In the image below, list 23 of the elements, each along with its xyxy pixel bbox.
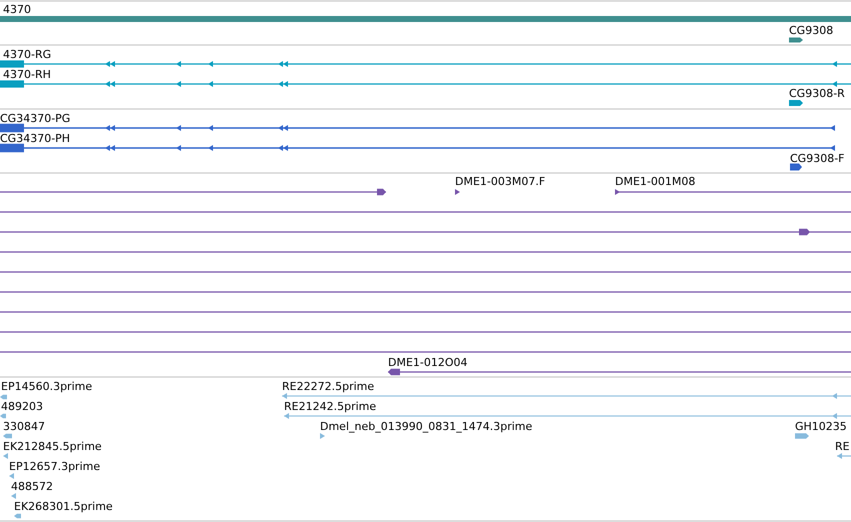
feature-label: Dmel_neb_013990_0831_1474.3prime [320, 420, 532, 433]
feature-label: RE [835, 440, 850, 453]
feature-label: RE22272.5prime [282, 380, 374, 393]
feature-label: GH10235 [795, 420, 847, 433]
feature-label: 489203 [1, 400, 43, 413]
feature-label: 4370-RG [3, 48, 52, 61]
feature-label: DME1-003M07.F [455, 175, 546, 188]
feature-label: RE21242.5prime [284, 400, 376, 413]
feature-label: 4370 [3, 3, 31, 16]
feature-label: CG9308-R [789, 87, 845, 100]
feature-label: 4370-RH [3, 68, 51, 81]
feature-label: CG34370-PG [0, 112, 70, 125]
feature-label: CG9308 [789, 24, 834, 37]
feature-label: DME1-001M08 [615, 175, 696, 188]
feature-label: EK212845.5prime [3, 440, 102, 453]
feature-label: EK268301.5prime [14, 500, 113, 513]
feature-label: 330847 [3, 420, 45, 433]
feature-label: EP14560.3prime [1, 380, 92, 393]
feature-label: DME1-012O04 [388, 356, 468, 369]
feature-label: CG34370-PH [0, 132, 70, 145]
feature-label: CG9308-F [790, 152, 844, 165]
feature-label: 488572 [11, 480, 53, 493]
feature-label: EP12657.3prime [9, 460, 100, 473]
